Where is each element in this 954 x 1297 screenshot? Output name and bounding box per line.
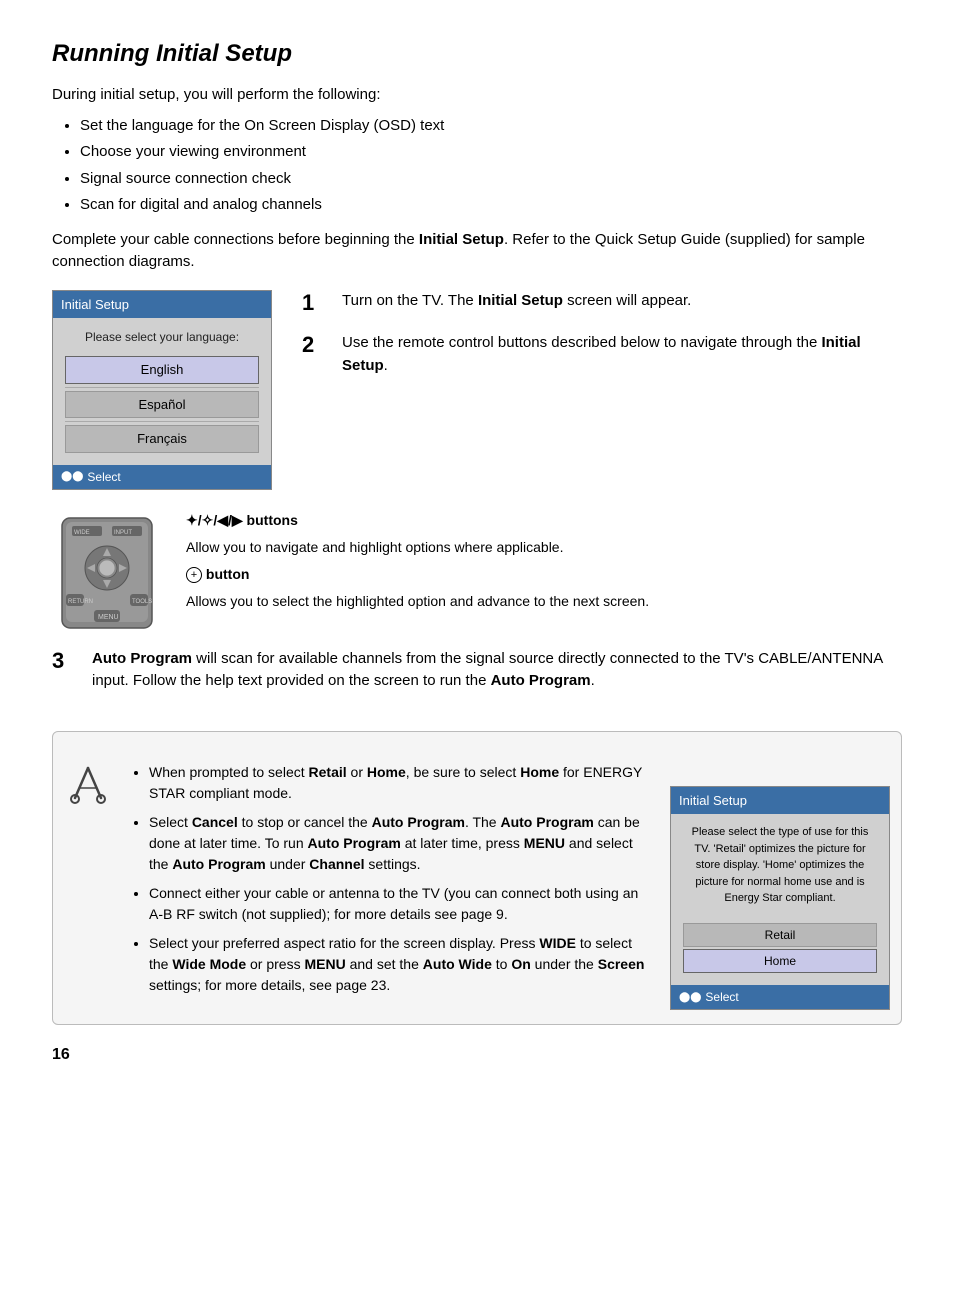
- lang-option-francais[interactable]: Français: [65, 425, 259, 453]
- setup-screen-label: Please select your language:: [65, 328, 259, 346]
- step-1-text: Turn on the TV. The Initial Setup screen…: [342, 290, 902, 313]
- step-1-num: 1: [302, 290, 330, 316]
- step-2-text: Use the remote control buttons described…: [342, 332, 902, 377]
- step-1-content: Turn on the TV. The Initial Setup screen…: [342, 290, 902, 321]
- note-bullets-area: When prompted to select Retail or Home, …: [131, 756, 652, 1006]
- circle-button-desc: Allows you to select the highlighted opt…: [186, 591, 902, 612]
- note-bullet-3: Connect either your cable or antenna to …: [149, 883, 652, 925]
- circle-button-label: + button: [186, 564, 902, 585]
- remote-control-image: WIDE INPUT RETURN TOOLS MENU: [52, 510, 162, 630]
- cable-para-start: Complete your cable connections before b…: [52, 231, 419, 248]
- setup-screen2-body: Please select the type of use for this T…: [671, 814, 889, 985]
- bullet-2: Choose your viewing environment: [80, 141, 902, 164]
- remote-desc: ✦/✧/◀/▶ buttons Allow you to navigate an…: [186, 510, 902, 618]
- bullet-4: Scan for digital and analog channels: [80, 194, 902, 217]
- cable-para-bold: Initial Setup: [419, 231, 504, 248]
- step-3-num: 3: [52, 648, 80, 674]
- cable-para: Complete your cable connections before b…: [52, 229, 902, 274]
- step-2-content: Use the remote control buttons described…: [342, 332, 902, 385]
- initial-setup-screen: Initial Setup Please select your languag…: [52, 290, 272, 490]
- footer-select-label: Select: [87, 468, 120, 486]
- note-bullets-list: When prompted to select Retail or Home, …: [149, 762, 652, 996]
- step-2-num: 2: [302, 332, 330, 358]
- arrow-buttons-label: ✦/✧/◀/▶ buttons: [186, 510, 902, 531]
- setup-screen2-desc: Please select the type of use for this T…: [683, 824, 877, 907]
- note-icon-svg: [65, 760, 111, 806]
- lang-option-espanol[interactable]: Español: [65, 391, 259, 419]
- step-3-text: Auto Program will scan for available cha…: [92, 648, 902, 693]
- setup-screen2-footer-icon: ⬤⬤: [679, 990, 701, 1005]
- remote-svg: WIDE INPUT RETURN TOOLS MENU: [52, 510, 162, 635]
- note-section: When prompted to select Retail or Home, …: [52, 731, 902, 1026]
- setup-screen2-title: Initial Setup: [671, 787, 889, 815]
- svg-text:MENU: MENU: [98, 614, 119, 621]
- note-icon: [63, 760, 113, 821]
- footer-icon: ⬤⬤: [61, 469, 83, 484]
- setup-screen2: Initial Setup Please select the type of …: [670, 786, 885, 1011]
- note-bullet-2: Select Cancel to stop or cancel the Auto…: [149, 812, 652, 875]
- note-bullet-4: Select your preferred aspect ratio for t…: [149, 933, 652, 996]
- svg-text:INPUT: INPUT: [114, 530, 132, 536]
- remote-section: WIDE INPUT RETURN TOOLS MENU ✦/✧/◀/▶ but…: [52, 510, 902, 630]
- intro-bullets: Set the language for the On Screen Displ…: [80, 115, 902, 217]
- setup-screen-title: Initial Setup: [53, 291, 271, 319]
- svg-text:TOOLS: TOOLS: [132, 599, 152, 605]
- note-bullet-1: When prompted to select Retail or Home, …: [149, 762, 652, 804]
- setup-section: Initial Setup Please select your languag…: [52, 290, 902, 490]
- note-inner: When prompted to select Retail or Home, …: [63, 756, 885, 1011]
- setup-screen2-box: Initial Setup Please select the type of …: [670, 786, 890, 1011]
- steps-1-2: 1 Turn on the TV. The Initial Setup scre…: [302, 290, 902, 398]
- setup-screen2-footer: ⬤⬤ Select: [671, 985, 889, 1009]
- setup-screen2-footer-label: Select: [705, 988, 738, 1006]
- lang-option-english[interactable]: English: [65, 356, 259, 384]
- svg-text:RETURN: RETURN: [68, 599, 93, 605]
- step-3: 3 Auto Program will scan for available c…: [52, 648, 902, 701]
- step-2: 2 Use the remote control buttons describ…: [302, 332, 902, 385]
- circle-button-icon: +: [186, 567, 202, 583]
- step-3-content: Auto Program will scan for available cha…: [92, 648, 902, 701]
- bullet-1: Set the language for the On Screen Displ…: [80, 115, 902, 138]
- step-1: 1 Turn on the TV. The Initial Setup scre…: [302, 290, 902, 321]
- intro-paragraph: During initial setup, you will perform t…: [52, 84, 902, 107]
- setup-screen-footer: ⬤⬤ Select: [53, 465, 271, 489]
- arrow-buttons-desc: Allow you to navigate and highlight opti…: [186, 537, 902, 558]
- page-number: 16: [52, 1043, 902, 1067]
- svg-text:WIDE: WIDE: [74, 530, 90, 536]
- setup-screen2-home[interactable]: Home: [683, 949, 877, 973]
- setup-screen2-retail[interactable]: Retail: [683, 923, 877, 947]
- setup-screen-body: Please select your language: English Esp…: [53, 318, 271, 465]
- bullet-3: Signal source connection check: [80, 168, 902, 191]
- page-title: Running Initial Setup: [52, 36, 902, 72]
